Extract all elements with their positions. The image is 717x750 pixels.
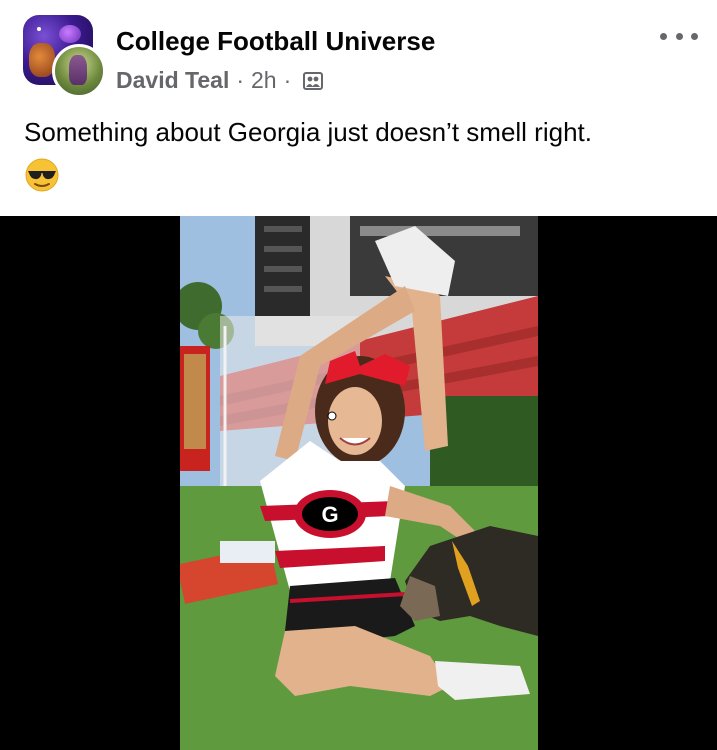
post-media[interactable]: G (0, 216, 717, 750)
group-name-link[interactable]: College Football Universe (116, 26, 435, 57)
author-avatar[interactable] (52, 44, 106, 98)
author-name-link[interactable]: David Teal (116, 67, 229, 94)
post-photo[interactable]: G (180, 216, 538, 750)
post-timestamp[interactable]: 2h (251, 67, 277, 94)
sunglasses-emoji-icon (24, 157, 60, 193)
post-header: College Football Universe David Teal · 2… (0, 0, 717, 100)
more-options-icon[interactable] (660, 24, 698, 48)
post-meta: David Teal · 2h · (116, 67, 324, 94)
meta-separator-2: · (283, 67, 292, 93)
svg-text:G: G (321, 502, 338, 527)
group-audience-icon[interactable] (302, 70, 324, 92)
meta-separator: · (236, 67, 245, 93)
post-text: Something about Georgia just doesn’t sme… (24, 117, 592, 147)
